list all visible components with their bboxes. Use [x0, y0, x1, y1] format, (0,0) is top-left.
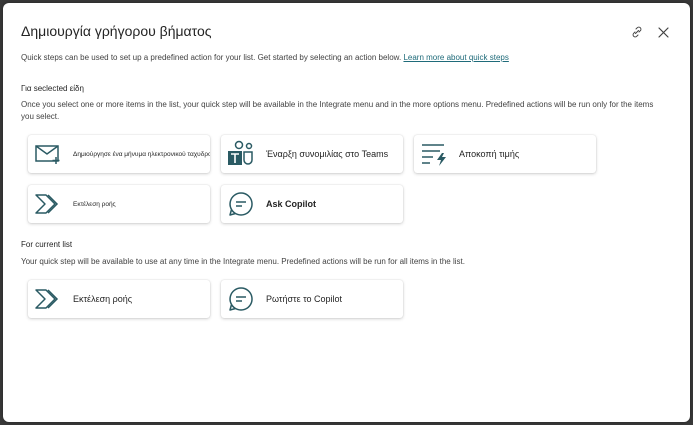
tile-run-flow[interactable]: Εκτέλεση ροής [28, 185, 210, 223]
text-flash-icon [419, 139, 449, 169]
chat-icon [226, 189, 256, 219]
section-title-current: For current list [21, 240, 73, 249]
tile-run-flow-current[interactable]: Εκτέλεση ροής [28, 280, 210, 318]
tile-label: Ρωτήστε το Copilot [266, 294, 343, 304]
flow-icon [33, 284, 63, 314]
section-title-selected: Για sесlеcted είδη [21, 84, 84, 93]
tile-send-email[interactable]: Δημιούργησε ένα μήνυμα ηλεκτρονικού ταχυ… [28, 135, 210, 173]
tile-label: Ask Copilot [266, 199, 317, 209]
close-icon[interactable] [656, 25, 670, 39]
tile-cut-value[interactable]: Αποκοπή τιμής [414, 135, 596, 173]
dialog-title: Δημιουργία γρήγορου βήματος [21, 23, 212, 39]
tile-label: Αποκοπή τιμής [459, 149, 520, 159]
section-desc-current: Your quick step will be available to use… [21, 257, 465, 266]
learn-more-link[interactable]: Learn more about quick steps [403, 53, 508, 62]
intro-body: Quick steps can be used to set up a pred… [21, 53, 404, 62]
flow-icon [33, 189, 63, 219]
teams-icon [226, 139, 256, 169]
mail-add-icon [33, 139, 63, 169]
link-icon[interactable] [630, 25, 644, 39]
tile-label: Εκτέλεση ροής [73, 200, 116, 208]
header-actions [630, 25, 670, 39]
quick-step-dialog: Δημιουργία γρήγορου βήματος Quick steps … [3, 3, 690, 422]
section-desc-selected: Once you select one or more items in the… [21, 100, 654, 121]
tile-label: Έναρξη συνομιλίας στο Teams [266, 149, 389, 159]
tile-label: Εκτέλεση ροής [73, 294, 133, 304]
tile-ask-copilot-current[interactable]: Ρωτήστε το Copilot [221, 280, 403, 318]
intro-text: Quick steps can be used to set up a pred… [21, 53, 672, 62]
chat-icon [226, 284, 256, 314]
tile-teams-chat[interactable]: Έναρξη συνομιλίας στο Teams [221, 135, 403, 173]
tile-ask-copilot[interactable]: Ask Copilot [221, 185, 403, 223]
tile-label: Δημιούργησε ένα μήνυμα ηλεκτρονικού ταχυ… [73, 150, 210, 158]
